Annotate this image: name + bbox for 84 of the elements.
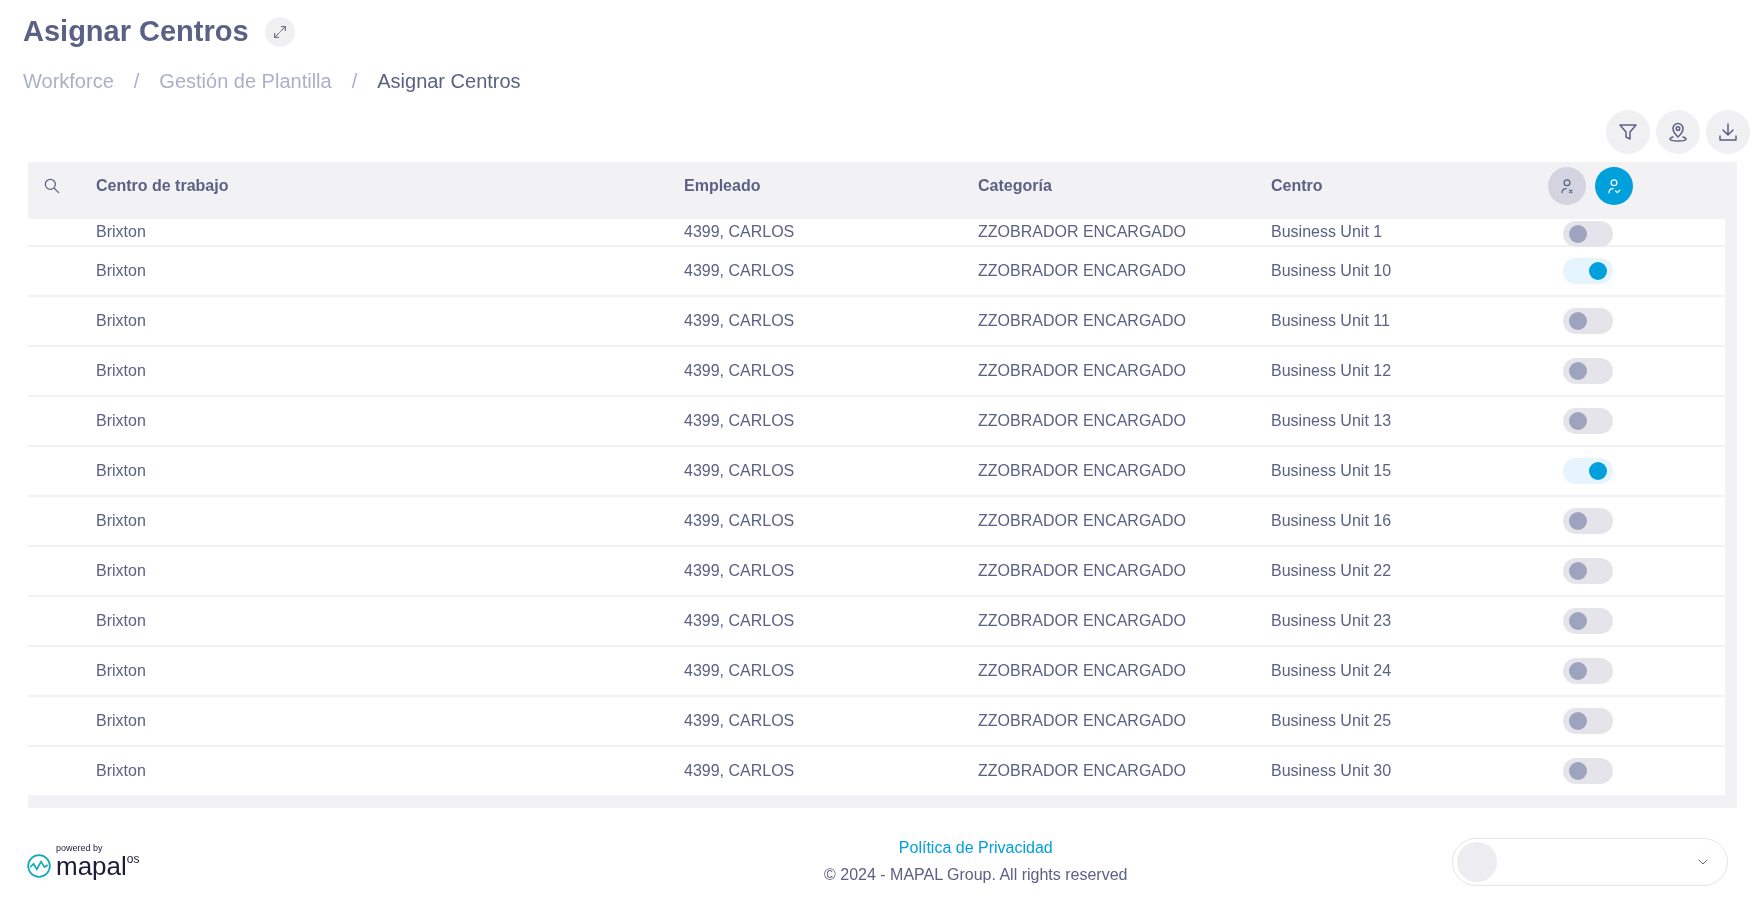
table-cell-text: ZZOBRADOR ENCARGADO [978, 610, 1187, 631]
toggle-switch[interactable] [1563, 657, 1613, 684]
column-header: Centro de trabajo [96, 176, 230, 196]
table-cell-text: Brixton [96, 260, 147, 281]
table-cell-text: 4399, CARLOS [684, 360, 796, 381]
toggle-switch[interactable] [1563, 607, 1613, 634]
location-button[interactable] [1656, 109, 1700, 154]
table-cell-text: 4399, CARLOS [684, 710, 796, 731]
logo-wordmark: mapal [56, 853, 127, 880]
table-cell-text: ZZOBRADOR ENCARGADO [978, 760, 1187, 781]
assign-toggle-button[interactable] [1595, 167, 1633, 205]
privacy-link[interactable]: Política de Privacidad [898, 836, 1053, 861]
table-cell-text: 4399, CARLOS [684, 260, 796, 281]
toggle-switch[interactable] [1563, 357, 1613, 384]
download-button[interactable] [1706, 109, 1750, 154]
toggle-switch[interactable] [1563, 557, 1613, 584]
column-header: Centro [1271, 176, 1324, 196]
table-cell-text: Brixton [96, 460, 147, 481]
table-cell-text: 4399, CARLOS [684, 310, 796, 331]
copyright-text: © 2024 - MAPAL Group. All rights reserved [824, 865, 1128, 886]
table-cell-text: Brixton [96, 660, 147, 681]
table-cell-text: 4399, CARLOS [684, 760, 796, 781]
toggle-switch[interactable] [1563, 507, 1613, 534]
assign-toggle-button[interactable] [1548, 167, 1586, 205]
table-cell-text: Business Unit 1 [1271, 221, 1384, 242]
table-cell-text: Brixton [96, 710, 147, 731]
toggle-switch[interactable] [1563, 257, 1613, 284]
toggle-switch[interactable] [1563, 407, 1613, 434]
filter-button[interactable] [1606, 109, 1650, 154]
table-cell-text: Brixton [96, 510, 147, 531]
breadcrumb-separator: / [133, 68, 140, 94]
table-cell-text: Business Unit 30 [1271, 760, 1393, 781]
breadcrumb-link[interactable]: Gestión de Plantilla [159, 65, 332, 96]
table-cell-text: ZZOBRADOR ENCARGADO [978, 660, 1187, 681]
toggle-switch[interactable] [1563, 707, 1613, 734]
table-cell-text: 4399, CARLOS [684, 660, 796, 681]
toggle-switch[interactable] [1563, 757, 1613, 784]
toggle-switch[interactable] [1563, 307, 1613, 334]
table-cell-text: 4399, CARLOS [684, 510, 796, 531]
table-cell-text: ZZOBRADOR ENCARGADO [978, 221, 1187, 242]
table-cell-text: Brixton [96, 560, 147, 581]
table-cell-text: Business Unit 10 [1271, 260, 1393, 281]
table-cell-text: Business Unit 25 [1271, 710, 1393, 731]
table-cell-text: Business Unit 23 [1271, 610, 1393, 631]
table-cell-text: Business Unit 12 [1271, 360, 1393, 381]
table-cell-text: Business Unit 22 [1271, 560, 1393, 581]
table-cell-text: Brixton [96, 760, 147, 781]
expand-button[interactable] [264, 16, 295, 47]
table-cell-text: ZZOBRADOR ENCARGADO [978, 460, 1187, 481]
table-cell-text: ZZOBRADOR ENCARGADO [978, 560, 1187, 581]
toggle-switch[interactable] [1563, 457, 1613, 484]
table-cell-text: Business Unit 15 [1271, 460, 1393, 481]
table-cell-text: Business Unit 11 [1271, 310, 1391, 331]
table-cell-text: Business Unit 16 [1271, 510, 1393, 531]
table-cell-text: Brixton [96, 310, 147, 331]
toggle-switch[interactable] [1563, 220, 1613, 247]
table-cell-text: ZZOBRADOR ENCARGADO [978, 710, 1187, 731]
expand-icon [271, 23, 288, 40]
table-cell-text: ZZOBRADOR ENCARGADO [978, 260, 1187, 281]
table-cell-text: Brixton [96, 221, 147, 242]
logo-suffix: os [126, 853, 140, 866]
breadcrumb-link[interactable]: Workforce [23, 65, 114, 96]
table-cell-text: Brixton [96, 360, 147, 381]
wave-logo-icon [26, 853, 52, 880]
table-cell-text: 4399, CARLOS [684, 410, 796, 431]
table-cell-text: ZZOBRADOR ENCARGADO [978, 410, 1187, 431]
breadcrumb-separator: / [351, 68, 358, 94]
table-cell-text: Brixton [96, 610, 147, 631]
table-cell-text: ZZOBRADOR ENCARGADO [978, 310, 1187, 331]
page-title: Asignar Centros [23, 14, 249, 49]
table-cell-text: ZZOBRADOR ENCARGADO [978, 360, 1187, 381]
table-cell-text: 4399, CARLOS [684, 460, 796, 481]
powered-by-caption: powered by [56, 844, 104, 854]
breadcrumb-link[interactable]: Asignar Centros [377, 65, 521, 96]
column-header: Empleado [684, 176, 762, 196]
table-cell-text: 4399, CARLOS [684, 221, 796, 242]
table-cell-text: Business Unit 13 [1271, 410, 1393, 431]
table-cell-text: Brixton [96, 410, 147, 431]
table-cell-text: 4399, CARLOS [684, 610, 796, 631]
search-icon [42, 176, 62, 196]
column-header: Categoría [978, 176, 1053, 196]
table-cell-text: 4399, CARLOS [684, 560, 796, 581]
table-cell-text: ZZOBRADOR ENCARGADO [978, 510, 1187, 531]
table-cell-text: Business Unit 24 [1271, 660, 1393, 681]
